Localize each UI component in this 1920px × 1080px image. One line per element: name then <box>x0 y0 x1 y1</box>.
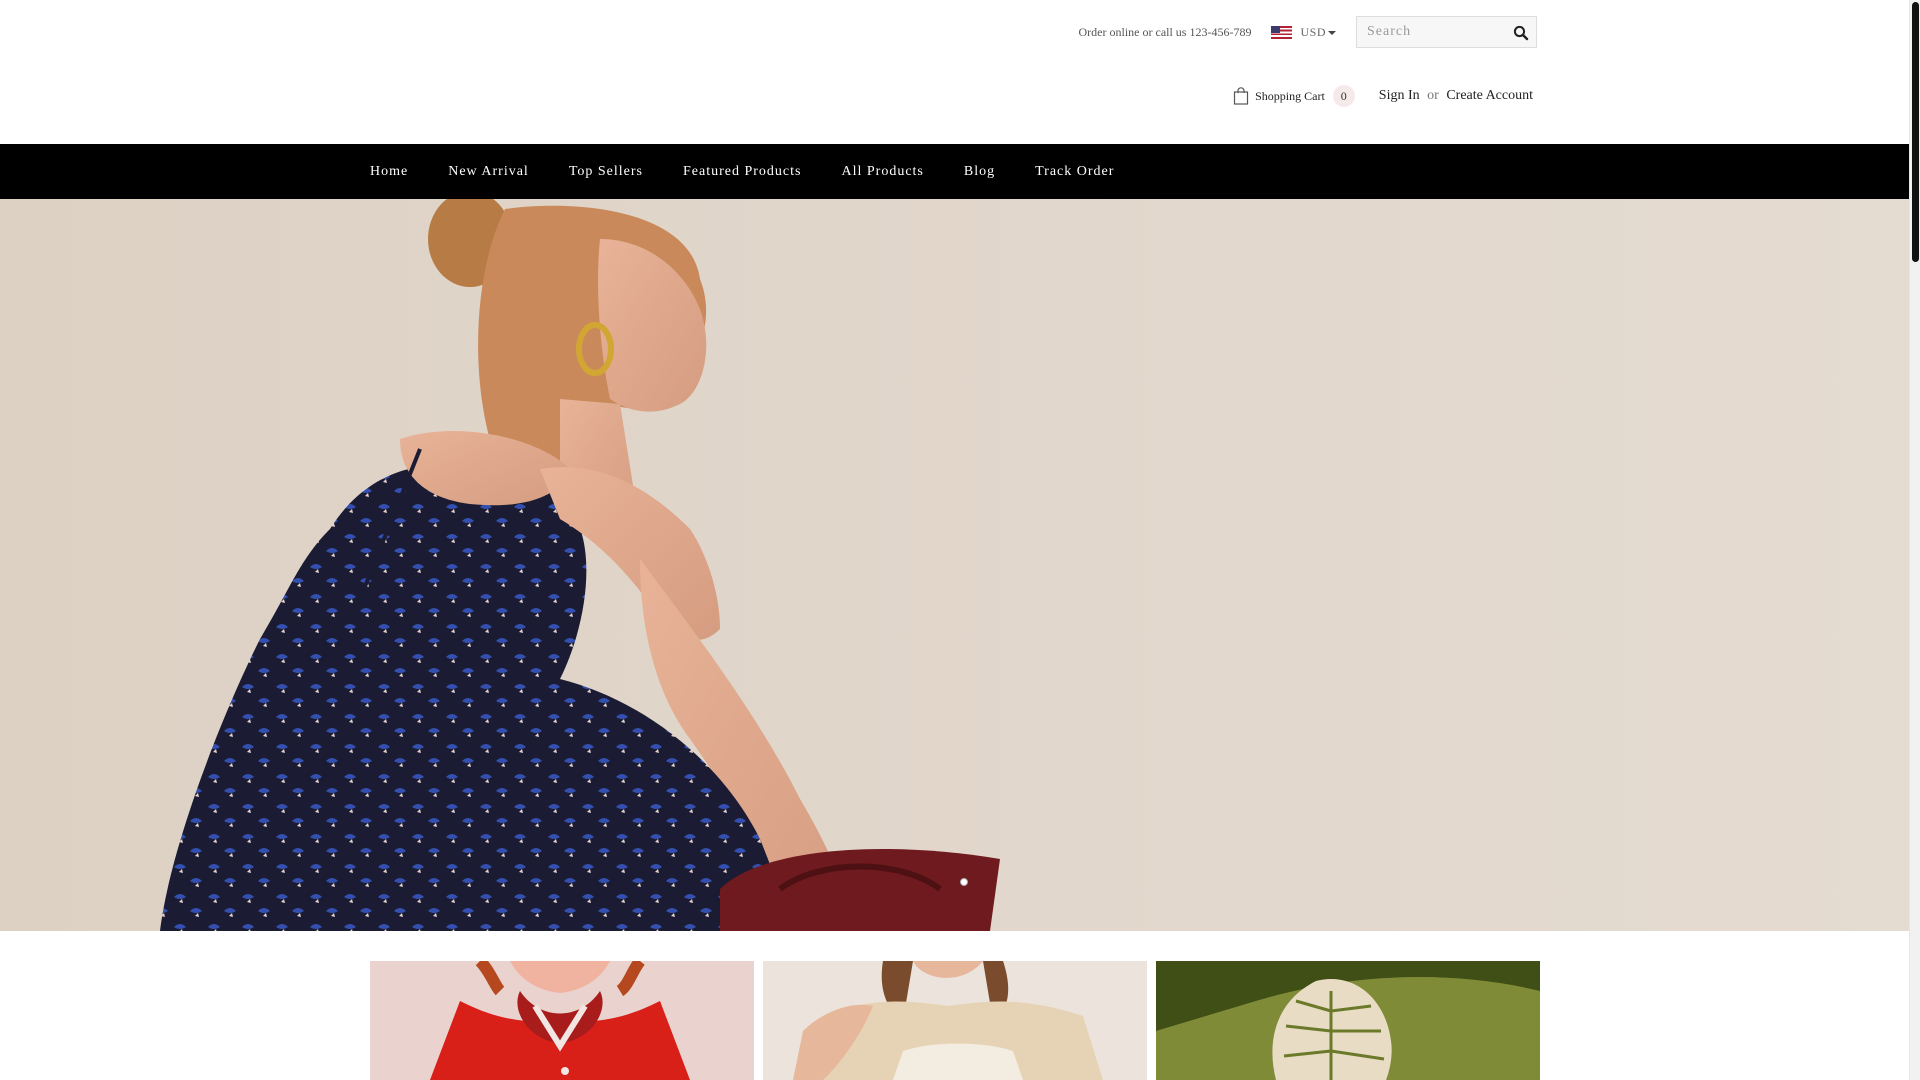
us-flag-icon <box>1271 25 1293 39</box>
or-separator: or <box>1427 88 1439 103</box>
hero-banner[interactable] <box>0 199 1909 931</box>
promo-image-1 <box>370 961 754 1080</box>
promo-image-2 <box>763 961 1147 1080</box>
slider-dot[interactable] <box>960 878 968 886</box>
nav-item-blog[interactable]: Blog <box>964 164 995 180</box>
currency-selector[interactable]: USD <box>1271 25 1336 40</box>
shopping-cart-link[interactable]: Shopping Cart 0 <box>1233 85 1355 107</box>
promo-tiles <box>370 961 1540 1080</box>
search-icon[interactable] <box>1512 24 1530 42</box>
nav-item-featured-products[interactable]: Featured Products <box>683 164 801 180</box>
nav-item-top-sellers[interactable]: Top Sellers <box>569 164 643 180</box>
topbar: Order online or call us 123-456-789 USD <box>1079 16 1537 48</box>
nav-item-track-order[interactable]: Track Order <box>1035 164 1114 180</box>
order-phone-text: Order online or call us 123-456-789 <box>1078 24 1252 39</box>
shopping-bag-icon <box>1233 87 1249 105</box>
promo-tile-2[interactable] <box>763 961 1147 1080</box>
caret-down-icon <box>1328 30 1336 35</box>
promo-tile-1[interactable] <box>370 961 754 1080</box>
nav-item-all-products[interactable]: All Products <box>841 164 923 180</box>
page-scrollbar[interactable] <box>1909 0 1920 1080</box>
currency-label: USD <box>1300 24 1326 39</box>
hero-image <box>160 199 1000 931</box>
create-account-link[interactable]: Create Account <box>1446 88 1533 103</box>
search-box <box>1356 16 1537 48</box>
cart-label: Shopping Cart <box>1255 88 1325 103</box>
promo-tile-3[interactable] <box>1156 961 1540 1080</box>
nav-item-home[interactable]: Home <box>370 164 408 180</box>
cart-count-badge: 0 <box>1332 85 1355 107</box>
sign-in-link[interactable]: Sign In <box>1379 88 1420 103</box>
main-nav: Home New Arrival Top Sellers Featured Pr… <box>0 144 1909 199</box>
scrollbar-thumb[interactable] <box>1912 2 1919 262</box>
account-links: Sign In or Create Account <box>1379 88 1533 104</box>
promo-image-3 <box>1156 961 1540 1080</box>
site-header: Order online or call us 123-456-789 USD <box>0 0 1909 144</box>
search-input[interactable] <box>1357 17 1507 47</box>
account-row: Shopping Cart 0 Sign In or Create Accoun… <box>1233 84 1533 108</box>
nav-item-new-arrival[interactable]: New Arrival <box>448 164 529 180</box>
